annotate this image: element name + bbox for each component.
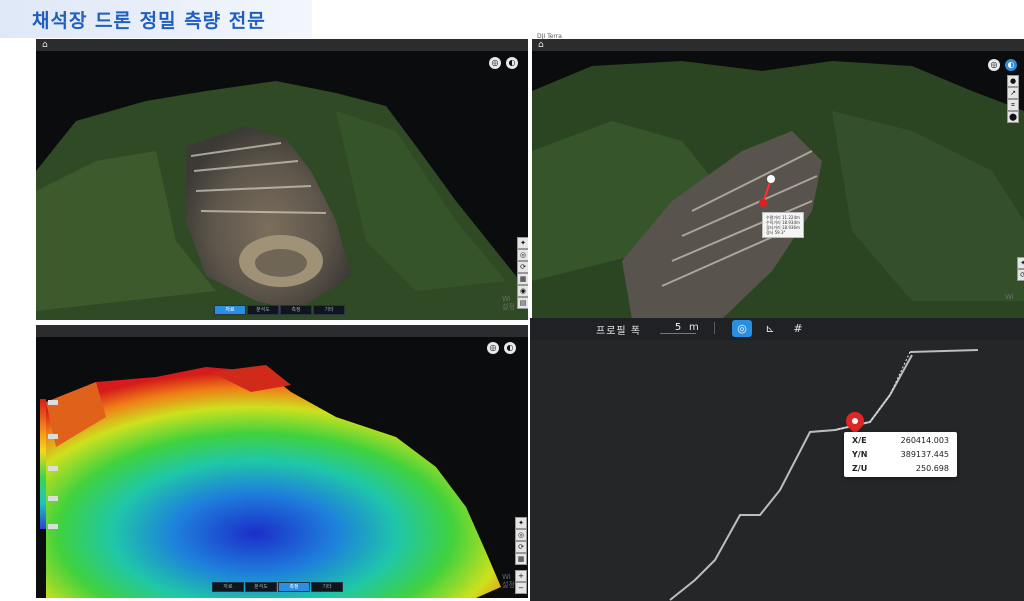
- coord-row-y: Y/N 389137.445: [852, 450, 949, 464]
- measurement-popup: 수평거리 11.224m 수직거리 18.934m 경사거리 18.936m 경…: [762, 212, 804, 238]
- tab-analysis[interactable]: 분석도: [247, 305, 279, 315]
- layers-icon[interactable]: ◎: [489, 57, 501, 69]
- location-pin-center: [852, 418, 858, 424]
- coord-key: Y/N: [852, 450, 868, 459]
- viewer-topbar: ⌂: [36, 39, 528, 51]
- tab-other[interactable]: 기타: [313, 305, 345, 315]
- legend-tick: [48, 496, 58, 501]
- section-icon[interactable]: ⊾: [760, 320, 780, 337]
- watermark-text: Wi: [502, 573, 511, 581]
- print-icon[interactable]: ▤: [517, 297, 528, 309]
- measure-line: 경사 59.3°: [766, 230, 786, 235]
- elevation-legend: [40, 399, 46, 529]
- view-icon[interactable]: ◐: [506, 57, 518, 69]
- elevation-pointcloud-render: [46, 365, 501, 598]
- home-view-icon[interactable]: ◎: [517, 249, 528, 261]
- zoom-out-icon[interactable]: −: [515, 582, 527, 594]
- view-tabs: 자료 분석도 측정 기타: [212, 582, 344, 592]
- profile-width-label: 프로필 폭: [596, 326, 641, 337]
- watermark-subtext: 설정: [502, 303, 515, 311]
- window-title: DJI Terra: [537, 33, 562, 40]
- layers-icon[interactable]: ◎: [487, 342, 499, 354]
- coord-key: Z/U: [852, 464, 868, 473]
- watermark-text: Wi: [1005, 293, 1014, 301]
- tab-measure[interactable]: 측정: [278, 582, 310, 592]
- view-tabs: 자료 분석도 측정 기타: [214, 305, 346, 315]
- home-icon[interactable]: ⌂: [42, 41, 56, 50]
- watermark-subtext: 설정: [502, 581, 515, 589]
- tab-data[interactable]: 자료: [214, 305, 246, 315]
- coord-value: 250.698: [915, 464, 949, 473]
- viewer-topbar: [36, 325, 528, 337]
- grid-icon[interactable]: #: [788, 320, 808, 337]
- orbit-icon[interactable]: ⟳: [1017, 269, 1024, 281]
- compass-icon[interactable]: ✦: [1017, 257, 1024, 269]
- pin-icon[interactable]: ●: [1007, 75, 1019, 87]
- volume-icon[interactable]: ⬤: [1007, 111, 1019, 123]
- coord-value: 260414.003: [900, 436, 949, 445]
- legend-tick: [48, 466, 58, 471]
- compass-icon[interactable]: ✦: [515, 517, 527, 529]
- viewer-panel-elevation[interactable]: ◎ ◐ ✦ ◎ ⟳ ▦ + − 자료 분석도 측정 기타 Wi 설정: [36, 325, 528, 598]
- legend-tick: [48, 434, 58, 439]
- grid-icon[interactable]: ▦: [515, 553, 527, 565]
- distance-icon[interactable]: ↗: [1007, 87, 1019, 99]
- legend-tick: [48, 524, 58, 529]
- quarry-mesh-render: [36, 81, 528, 320]
- tab-measure[interactable]: 측정: [280, 305, 312, 315]
- view-icon[interactable]: ◐: [1005, 59, 1017, 71]
- coord-key: X/E: [852, 436, 867, 445]
- profile-toolbar: 프로필 폭 5 m ◎ ⊾ #: [530, 318, 1024, 340]
- coord-value: 389137.445: [900, 450, 949, 459]
- legend-tick: [48, 400, 58, 405]
- watermark-text: Wi: [502, 295, 511, 303]
- grid-icon[interactable]: ▦: [517, 273, 528, 285]
- orbit-icon[interactable]: ⟳: [517, 261, 528, 273]
- coord-row-x: X/E 260414.003: [852, 436, 949, 450]
- coord-row-z: Z/U 250.698: [852, 464, 949, 478]
- viewer-panel-measurement[interactable]: ⌂ 수평거리 11.224m 수직거리 18.934m 경사거리 18.936m…: [532, 39, 1024, 319]
- profile-icon[interactable]: ◎: [732, 320, 752, 337]
- layers-icon[interactable]: ◎: [988, 59, 1000, 71]
- orbit-icon[interactable]: ⟳: [515, 541, 527, 553]
- view-icon[interactable]: ◐: [504, 342, 516, 354]
- area-icon[interactable]: ⌗: [1007, 99, 1019, 111]
- compass-icon[interactable]: ✦: [517, 237, 528, 249]
- page-title: 채석장 드론 정밀 측량 전문: [32, 10, 266, 32]
- viewer-topbar: ⌂: [532, 39, 1024, 51]
- eye-icon[interactable]: ◉: [517, 285, 528, 297]
- coordinate-readout: X/E 260414.003 Y/N 389137.445 Z/U 250.69…: [844, 432, 957, 477]
- toolbar-divider: [714, 322, 715, 334]
- tab-analysis[interactable]: 분석도: [245, 582, 277, 592]
- home-view-icon[interactable]: ◎: [515, 529, 527, 541]
- tab-other[interactable]: 기타: [311, 582, 343, 592]
- tab-data[interactable]: 자료: [212, 582, 244, 592]
- quarry-closeup-render: [532, 61, 1024, 319]
- zoom-in-icon[interactable]: +: [515, 570, 527, 582]
- viewer-panel-3d-mesh[interactable]: ⌂ ◎ ◐ ✦ ◎ ⟳ ▦ ◉ ▤ + 자료 분석도 측정 기타 Wi 설정: [36, 39, 528, 320]
- profile-width-unit: m: [689, 322, 699, 333]
- home-icon[interactable]: ⌂: [538, 41, 552, 50]
